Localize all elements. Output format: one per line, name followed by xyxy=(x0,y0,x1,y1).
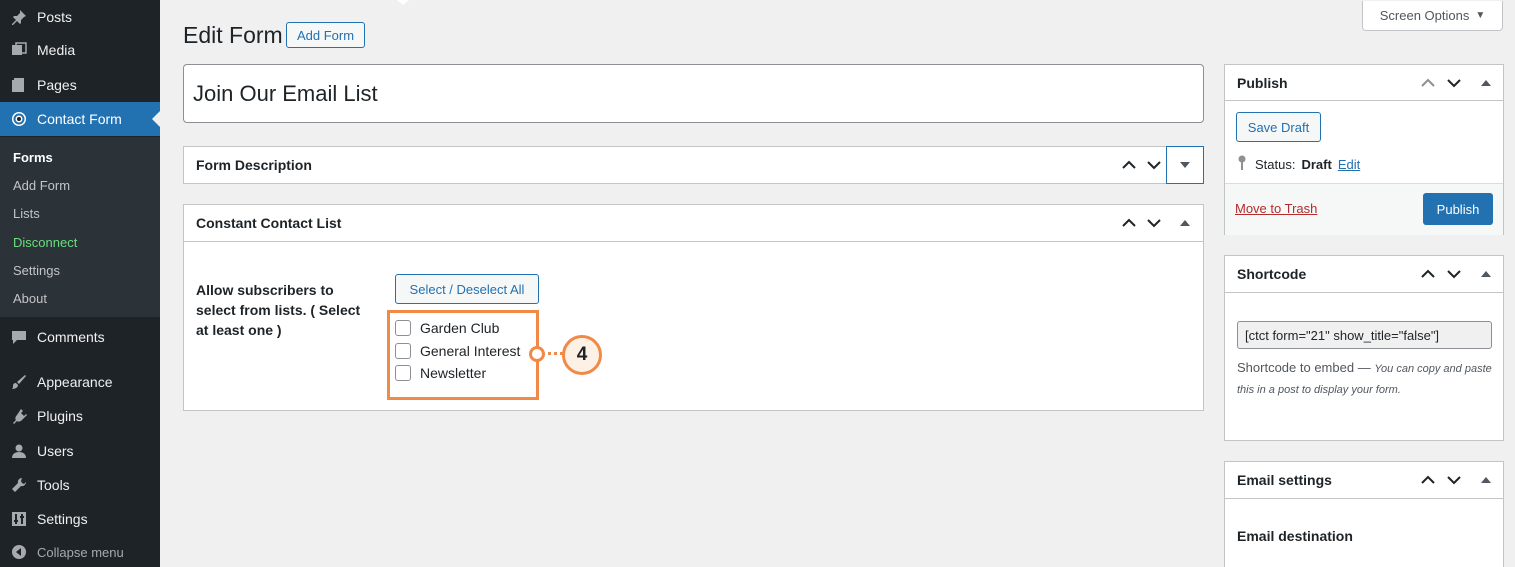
move-up-icon[interactable] xyxy=(1415,65,1441,101)
caret-down-icon: ▼ xyxy=(1475,10,1486,21)
menu-item-media[interactable]: Media xyxy=(0,33,160,67)
box-title: Form Description xyxy=(196,157,312,173)
menu-label: Media xyxy=(37,42,76,58)
paintbrush-icon xyxy=(9,372,29,392)
active-indicator xyxy=(152,111,160,127)
submenu-forms[interactable]: Forms xyxy=(13,150,53,165)
move-down-icon[interactable] xyxy=(1141,205,1167,241)
menu-item-users[interactable]: Users xyxy=(0,434,160,468)
box-title: Constant Contact List xyxy=(196,215,342,231)
move-up-icon[interactable] xyxy=(1415,462,1441,498)
form-title-input[interactable]: Join Our Email List xyxy=(183,64,1204,123)
annotation-step-badge: 4 xyxy=(562,335,602,375)
form-description-box: Form Description xyxy=(183,146,1204,184)
publish-header[interactable]: Publish xyxy=(1225,65,1503,101)
shortcode-help-prefix: Shortcode to embed — xyxy=(1237,360,1371,375)
menu-label: Appearance xyxy=(37,374,113,390)
move-down-icon[interactable] xyxy=(1441,65,1467,101)
toggle-panel-icon[interactable] xyxy=(1166,146,1204,184)
collapse-menu-button[interactable]: Collapse menu xyxy=(0,535,160,567)
menu-label: Posts xyxy=(37,9,73,25)
post-status: Status: Draft Edit xyxy=(1237,155,1360,174)
contact-form-submenu: Forms Add Form Lists Disconnect Settings… xyxy=(0,137,160,317)
pages-icon xyxy=(9,75,29,95)
submenu-about[interactable]: About xyxy=(13,291,47,306)
move-up-icon[interactable] xyxy=(1116,147,1142,183)
submenu-lists[interactable]: Lists xyxy=(13,206,40,221)
constant-contact-list-box: Constant Contact List Allow subscribers … xyxy=(183,204,1204,411)
menu-label: Tools xyxy=(37,477,70,493)
select-deselect-all-button[interactable]: Select / Deselect All xyxy=(395,274,539,304)
notch-indicator xyxy=(397,0,409,5)
annotation-dot xyxy=(529,346,545,362)
collapse-panel-icon[interactable] xyxy=(1473,462,1499,498)
publish-button[interactable]: Publish xyxy=(1423,193,1493,225)
comments-icon xyxy=(9,327,29,347)
publish-box: Publish Save Draft Status: Draft Edit Mo… xyxy=(1224,64,1504,235)
move-to-trash-link[interactable]: Move to Trash xyxy=(1235,201,1317,216)
pin-icon xyxy=(9,7,29,27)
menu-item-comments[interactable]: Comments xyxy=(0,320,160,354)
menu-label: Contact Form xyxy=(37,111,122,127)
submenu-add-form[interactable]: Add Form xyxy=(13,178,70,193)
settings-icon xyxy=(9,509,29,529)
collapse-label: Collapse menu xyxy=(37,544,124,560)
box-title: Publish xyxy=(1237,74,1288,91)
box-title: Email settings xyxy=(1237,472,1332,488)
menu-item-pages[interactable]: Pages xyxy=(0,68,160,102)
users-icon xyxy=(9,441,29,461)
menu-label: Users xyxy=(37,443,74,459)
move-down-icon[interactable] xyxy=(1141,147,1167,183)
shortcode-box: Shortcode [ctct form="21" show_title="fa… xyxy=(1224,255,1504,441)
menu-label: Plugins xyxy=(37,408,83,424)
wrench-icon xyxy=(9,475,29,495)
menu-item-settings[interactable]: Settings xyxy=(0,502,160,536)
menu-label: Settings xyxy=(37,511,88,527)
form-description-header[interactable]: Form Description xyxy=(184,146,1204,184)
shortcode-help-text: Shortcode to embed — You can copy and pa… xyxy=(1237,358,1495,400)
email-settings-box: Email settings Email destination xyxy=(1224,461,1504,567)
box-title: Shortcode xyxy=(1237,266,1307,282)
collapse-panel-icon[interactable] xyxy=(1473,256,1499,292)
move-down-icon[interactable] xyxy=(1441,256,1467,292)
status-value: Draft xyxy=(1301,157,1332,172)
move-up-icon[interactable] xyxy=(1415,256,1441,292)
list-box-header[interactable]: Constant Contact List xyxy=(184,205,1203,242)
menu-label: Comments xyxy=(37,329,105,345)
annotation-highlight-box xyxy=(387,310,539,400)
admin-sidebar: Posts Media Pages Contact Form Forms Add… xyxy=(0,0,160,567)
shortcode-input[interactable]: [ctct form="21" show_title="false"] xyxy=(1237,321,1492,349)
move-down-icon[interactable] xyxy=(1441,462,1467,498)
publish-actions: Move to Trash Publish xyxy=(1225,183,1503,235)
status-label: Status: xyxy=(1255,157,1296,172)
menu-label: Pages xyxy=(37,77,77,93)
collapse-panel-icon[interactable] xyxy=(1473,65,1499,101)
submenu-disconnect[interactable]: Disconnect xyxy=(13,235,77,250)
add-form-button[interactable]: Add Form xyxy=(286,22,365,48)
email-destination-label: Email destination xyxy=(1237,528,1353,544)
email-settings-header[interactable]: Email settings xyxy=(1225,462,1503,499)
edit-status-link[interactable]: Edit xyxy=(1338,157,1360,172)
save-draft-button[interactable]: Save Draft xyxy=(1236,112,1321,142)
shortcode-header[interactable]: Shortcode xyxy=(1225,256,1503,293)
collapse-panel-icon[interactable] xyxy=(1172,205,1198,241)
plugin-icon xyxy=(9,406,29,426)
page-title: Edit Form xyxy=(183,22,283,48)
media-icon xyxy=(9,40,29,60)
constant-contact-icon xyxy=(9,109,29,129)
menu-item-tools[interactable]: Tools xyxy=(0,468,160,502)
screen-options-button[interactable]: Screen Options ▼ xyxy=(1362,1,1503,31)
menu-item-contact-form[interactable]: Contact Form xyxy=(0,102,160,136)
allow-subscribers-label: Allow subscribers to select from lists. … xyxy=(196,282,361,338)
collapse-icon xyxy=(9,542,29,562)
screen-options-label: Screen Options xyxy=(1379,8,1470,23)
submenu-settings[interactable]: Settings xyxy=(13,263,60,278)
menu-item-posts[interactable]: Posts xyxy=(0,0,160,34)
move-up-icon[interactable] xyxy=(1116,205,1142,241)
menu-item-plugins[interactable]: Plugins xyxy=(0,399,160,433)
menu-item-appearance[interactable]: Appearance xyxy=(0,365,160,399)
pin-icon xyxy=(1237,155,1247,174)
